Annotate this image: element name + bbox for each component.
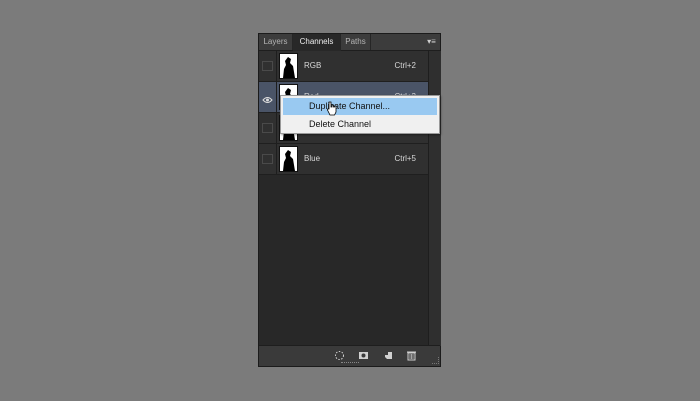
channels-panel: Layers Channels Paths ▾≡ RGB Ctrl+2 Red …: [258, 33, 441, 367]
hand-cursor-icon: [327, 101, 337, 116]
context-menu: Duplicate Channel... Delete Channel: [280, 95, 440, 134]
divider: [276, 144, 277, 174]
divider: [276, 82, 277, 112]
resize-corner[interactable]: [432, 357, 439, 364]
tab-channels[interactable]: Channels: [293, 34, 341, 51]
channel-thumbnail: [279, 53, 298, 79]
tab-layers[interactable]: Layers: [259, 34, 293, 50]
panel-tab-bar: Layers Channels Paths ▾≡: [259, 34, 440, 51]
channel-thumbnail: [279, 146, 298, 172]
new-channel-icon[interactable]: [383, 350, 394, 361]
channel-row-rgb[interactable]: RGB Ctrl+2: [259, 51, 428, 82]
visibility-toggle[interactable]: [262, 61, 273, 71]
divider: [276, 51, 277, 81]
channel-shortcut: Ctrl+2: [394, 61, 416, 70]
delete-channel-menu-item[interactable]: Delete Channel: [283, 116, 437, 133]
channel-name: RGB: [304, 61, 322, 70]
duplicate-channel-menu-item[interactable]: Duplicate Channel...: [283, 98, 437, 115]
channel-row-blue[interactable]: Blue Ctrl+5: [259, 144, 428, 175]
channel-shortcut: Ctrl+5: [394, 154, 416, 163]
panel-menu-icon[interactable]: ▾≡: [426, 37, 437, 47]
resize-grip[interactable]: [341, 362, 359, 365]
channel-name: Blue: [304, 154, 321, 163]
trash-icon[interactable]: [406, 350, 417, 361]
eye-icon[interactable]: [262, 92, 273, 103]
visibility-toggle[interactable]: [262, 123, 273, 133]
visibility-toggle[interactable]: [262, 154, 273, 164]
save-selection-icon[interactable]: [358, 350, 369, 361]
panel-footer: [259, 345, 440, 366]
load-selection-icon[interactable]: [334, 350, 345, 361]
divider: [276, 113, 277, 143]
tab-paths[interactable]: Paths: [341, 34, 371, 50]
